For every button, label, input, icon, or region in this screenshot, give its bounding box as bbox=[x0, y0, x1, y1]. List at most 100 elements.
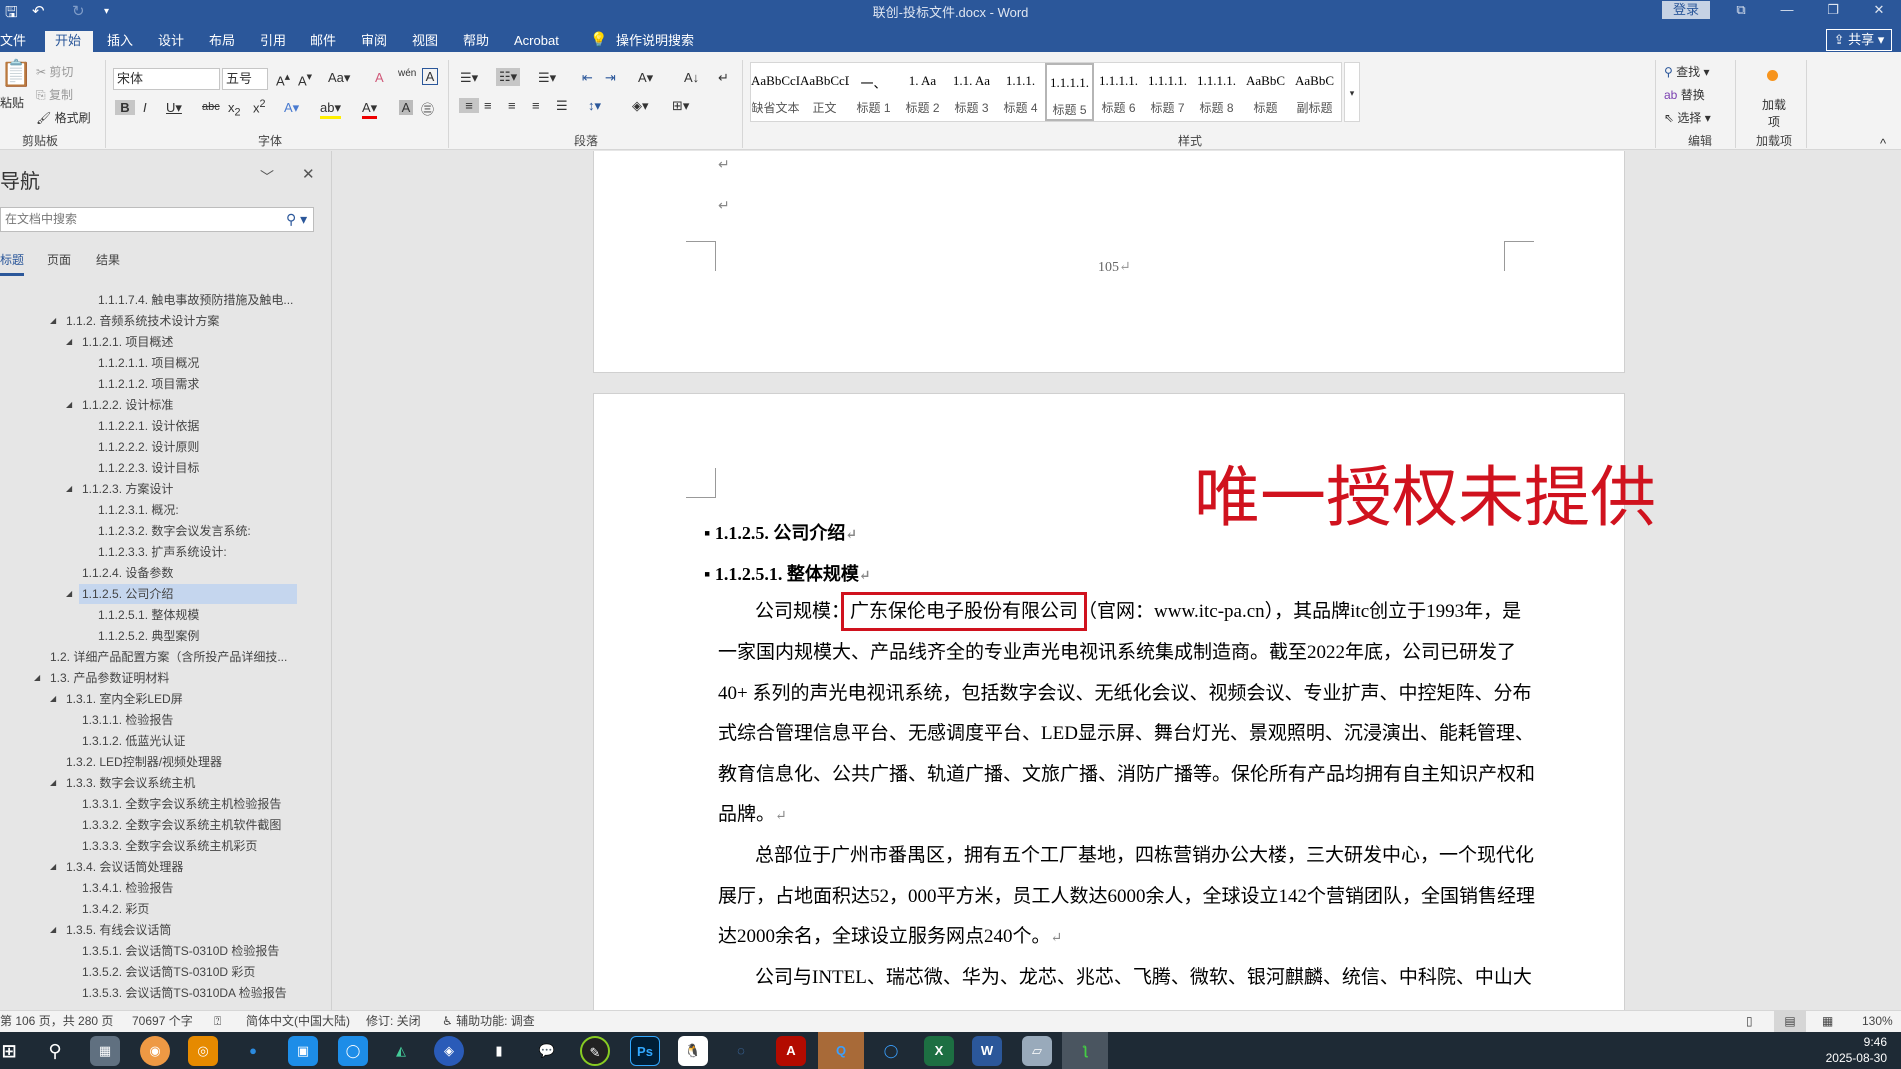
tab-insert[interactable]: 插入 bbox=[97, 31, 143, 52]
expand-triangle-icon[interactable]: ◢ bbox=[66, 400, 72, 409]
excel-icon[interactable]: X bbox=[924, 1036, 954, 1066]
paste-button[interactable]: 粘贴 bbox=[0, 94, 24, 111]
paragraph-line[interactable]: 一家国内规模大、产品线齐全的专业声光电视讯系统集成制造商。截至2022年底，公司… bbox=[718, 641, 1516, 665]
nav-heading-item[interactable]: 1.1.2.3.1. 概况: bbox=[95, 500, 297, 520]
nav-heading-item[interactable]: 1.1.2. 音频系统技术设计方案 bbox=[63, 311, 297, 331]
grow-font-icon[interactable]: A▴ bbox=[276, 70, 290, 88]
nav-heading-item[interactable]: 1.1.2.1. 项目概述 bbox=[79, 332, 297, 352]
style-8[interactable]: 1.1.1.1. 标题 7 bbox=[1143, 63, 1192, 121]
cut-button[interactable]: ✂ 剪切 bbox=[36, 63, 73, 80]
windows-start-icon[interactable]: ⊞ bbox=[0, 1036, 24, 1066]
character-shading-icon[interactable]: A bbox=[399, 100, 413, 115]
nav-heading-item[interactable]: 1.3.3.3. 全数字会议系统主机彩页 bbox=[79, 836, 297, 856]
decrease-indent-icon[interactable]: ⇤ bbox=[582, 70, 593, 86]
language[interactable]: 简体中文(中国大陆) bbox=[246, 1011, 350, 1032]
tab-help[interactable]: 帮助 bbox=[453, 31, 499, 52]
photoshop-icon[interactable]: Ps bbox=[630, 1036, 660, 1066]
bold-button[interactable]: B bbox=[115, 100, 135, 115]
expand-triangle-icon[interactable]: ◢ bbox=[66, 589, 72, 598]
nav-heading-item[interactable]: 1.1.2.4. 设备参数 bbox=[79, 563, 297, 583]
track-changes[interactable]: 修订: 关闭 bbox=[366, 1011, 421, 1032]
replace-button[interactable]: ab 替换 bbox=[1664, 86, 1705, 103]
increase-indent-icon[interactable]: ⇥ bbox=[605, 70, 616, 86]
enclose-characters-icon[interactable]: ㊂ bbox=[421, 99, 434, 118]
tab-file[interactable]: 文件 bbox=[0, 31, 36, 52]
nav-heading-item[interactable]: 1.3.4. 会议话筒处理器 bbox=[63, 857, 297, 877]
format-painter-button[interactable]: 🖌 格式刷 bbox=[36, 109, 91, 126]
maximize-button[interactable]: ❐ bbox=[1814, 0, 1852, 22]
show-marks-icon[interactable]: ↵ bbox=[718, 70, 729, 86]
expand-triangle-icon[interactable]: ◢ bbox=[50, 925, 56, 934]
change-case-icon[interactable]: Aa▾ bbox=[328, 70, 350, 86]
tab-mailings[interactable]: 邮件 bbox=[300, 31, 346, 52]
styles-more-icon[interactable]: ▾ bbox=[1344, 62, 1360, 122]
browser-icon[interactable]: ◉ bbox=[140, 1036, 170, 1066]
paragraph-line[interactable]: 达2000余名，全球设立服务网点240个。↵ bbox=[718, 925, 1501, 949]
nav-heading-item[interactable]: 1.1.2.2. 设计标准 bbox=[79, 395, 297, 415]
expand-triangle-icon[interactable]: ◢ bbox=[66, 337, 72, 346]
nav-heading-item[interactable]: 1.3.2. LED控制器/视频处理器 bbox=[63, 752, 297, 772]
nav-heading-item[interactable]: 1.1.2.3.2. 数字会议发言系统: bbox=[95, 521, 297, 541]
app-icon[interactable]: ◯ bbox=[876, 1036, 906, 1066]
expand-triangle-icon[interactable]: ◢ bbox=[50, 316, 56, 325]
style-1[interactable]: AaBbCcDdI 正文 bbox=[800, 63, 849, 121]
nav-heading-item[interactable]: 1.1.2.5. 公司介绍 bbox=[79, 584, 297, 604]
nav-heading-item[interactable]: 1.2. 详细产品配置方案（含所投产品详细技... bbox=[47, 647, 297, 667]
nav-tab-results[interactable]: 结果 bbox=[96, 251, 120, 268]
character-border-icon[interactable]: A bbox=[422, 68, 438, 85]
superscript-button[interactable]: x2 bbox=[253, 98, 266, 115]
expand-triangle-icon[interactable]: ◢ bbox=[50, 862, 56, 871]
nav-heading-item[interactable]: 1.1.2.5.2. 典型案例 bbox=[95, 626, 297, 646]
font-color-icon[interactable]: A▾ bbox=[362, 100, 378, 119]
style-6[interactable]: 1.1.1.1. 标题 5 bbox=[1045, 63, 1094, 121]
bullets-icon[interactable]: ☰▾ bbox=[460, 70, 478, 86]
italic-button[interactable]: I bbox=[143, 100, 147, 115]
nav-heading-item[interactable]: 1.1.2.2.3. 设计目标 bbox=[95, 458, 297, 478]
app-icon[interactable]: ◈ bbox=[434, 1036, 464, 1066]
nav-heading-item[interactable]: 1.1.2.1.2. 项目需求 bbox=[95, 374, 297, 394]
expand-triangle-icon[interactable]: ◢ bbox=[50, 778, 56, 787]
paragraph-line[interactable]: 教育信息化、公共广播、轨道广播、文旅广播、消防广播等。保伦所有产品均拥有自主知识… bbox=[718, 763, 1535, 787]
shading-icon[interactable]: ◈▾ bbox=[632, 98, 649, 114]
paragraph-line[interactable]: 展厅，占地面积达52，000平方米，员工人数达6000余人，全球设立142个营销… bbox=[718, 885, 1535, 909]
style-5[interactable]: 1.1.1. 标题 4 bbox=[996, 63, 1045, 121]
app-icon[interactable]: ▱ bbox=[1022, 1036, 1052, 1066]
align-left-button[interactable]: ≡ bbox=[459, 98, 479, 113]
shrink-font-icon[interactable]: A▾ bbox=[298, 70, 312, 88]
chevron-down-icon[interactable]: ﹀ bbox=[260, 167, 274, 187]
tab-acrobat[interactable]: Acrobat bbox=[504, 31, 569, 52]
style-11[interactable]: AaBbC 副标题 bbox=[1290, 63, 1339, 121]
style-2[interactable]: 一、 标题 1 bbox=[849, 63, 898, 121]
heading-company-intro[interactable]: ▪ 1.1.2.5. 公司介绍↵ bbox=[704, 519, 857, 545]
paste-icon[interactable]: 📋 bbox=[0, 58, 32, 89]
addins-icon[interactable] bbox=[1767, 70, 1778, 81]
login-button[interactable]: 登录 bbox=[1662, 1, 1710, 19]
tab-design[interactable]: 设计 bbox=[148, 31, 194, 52]
font-size-select[interactable]: 五号 bbox=[222, 68, 268, 90]
tab-home[interactable]: 开始 bbox=[45, 31, 93, 52]
nav-heading-item[interactable]: 1.1.2.3.3. 扩声系统设计: bbox=[95, 542, 297, 562]
select-button[interactable]: ⇖ 选择 ▾ bbox=[1664, 109, 1711, 126]
app-icon[interactable]: ✎ bbox=[580, 1036, 610, 1066]
page-count[interactable]: 第 106 页，共 280 页 bbox=[0, 1011, 113, 1032]
vertical-scrollbar[interactable] bbox=[1885, 151, 1901, 1010]
font-name-select[interactable]: 宋体 bbox=[113, 68, 220, 90]
chinese-layout-icon[interactable]: A▾ bbox=[638, 70, 653, 86]
ribbon-display-icon[interactable]: ⧉ bbox=[1722, 0, 1760, 22]
app-icon[interactable]: ● bbox=[238, 1036, 268, 1066]
zoom-level[interactable]: 130% bbox=[1862, 1011, 1893, 1032]
search-icon[interactable]: ⚲ bbox=[40, 1036, 70, 1066]
print-layout-icon[interactable]: ▤ bbox=[1774, 1011, 1806, 1032]
paragraph-line[interactable]: 公司规模：广东保伦电子股份有限公司（官网：www.itc-pa.cn），其品牌i… bbox=[755, 592, 1521, 631]
app-icon[interactable]: ƪ bbox=[1070, 1036, 1100, 1066]
justify-button[interactable]: ≡ bbox=[532, 98, 540, 113]
nav-heading-item[interactable]: 1.3.4.1. 检验报告 bbox=[79, 878, 297, 898]
app-icon[interactable]: ▮ bbox=[484, 1036, 514, 1066]
nav-heading-item[interactable]: 1.1.2.1.1. 项目概况 bbox=[95, 353, 297, 373]
app-icon[interactable]: ◌ bbox=[726, 1036, 756, 1066]
underline-button[interactable]: U▾ bbox=[166, 100, 182, 116]
highlight-color-icon[interactable]: ab▾ bbox=[320, 100, 341, 119]
minimize-button[interactable]: — bbox=[1768, 0, 1806, 22]
nav-heading-item[interactable]: 1.3.5.3. 会议话筒TS-0310DA 检验报告 bbox=[79, 983, 297, 1003]
web-layout-icon[interactable]: ▦ bbox=[1822, 1011, 1833, 1032]
